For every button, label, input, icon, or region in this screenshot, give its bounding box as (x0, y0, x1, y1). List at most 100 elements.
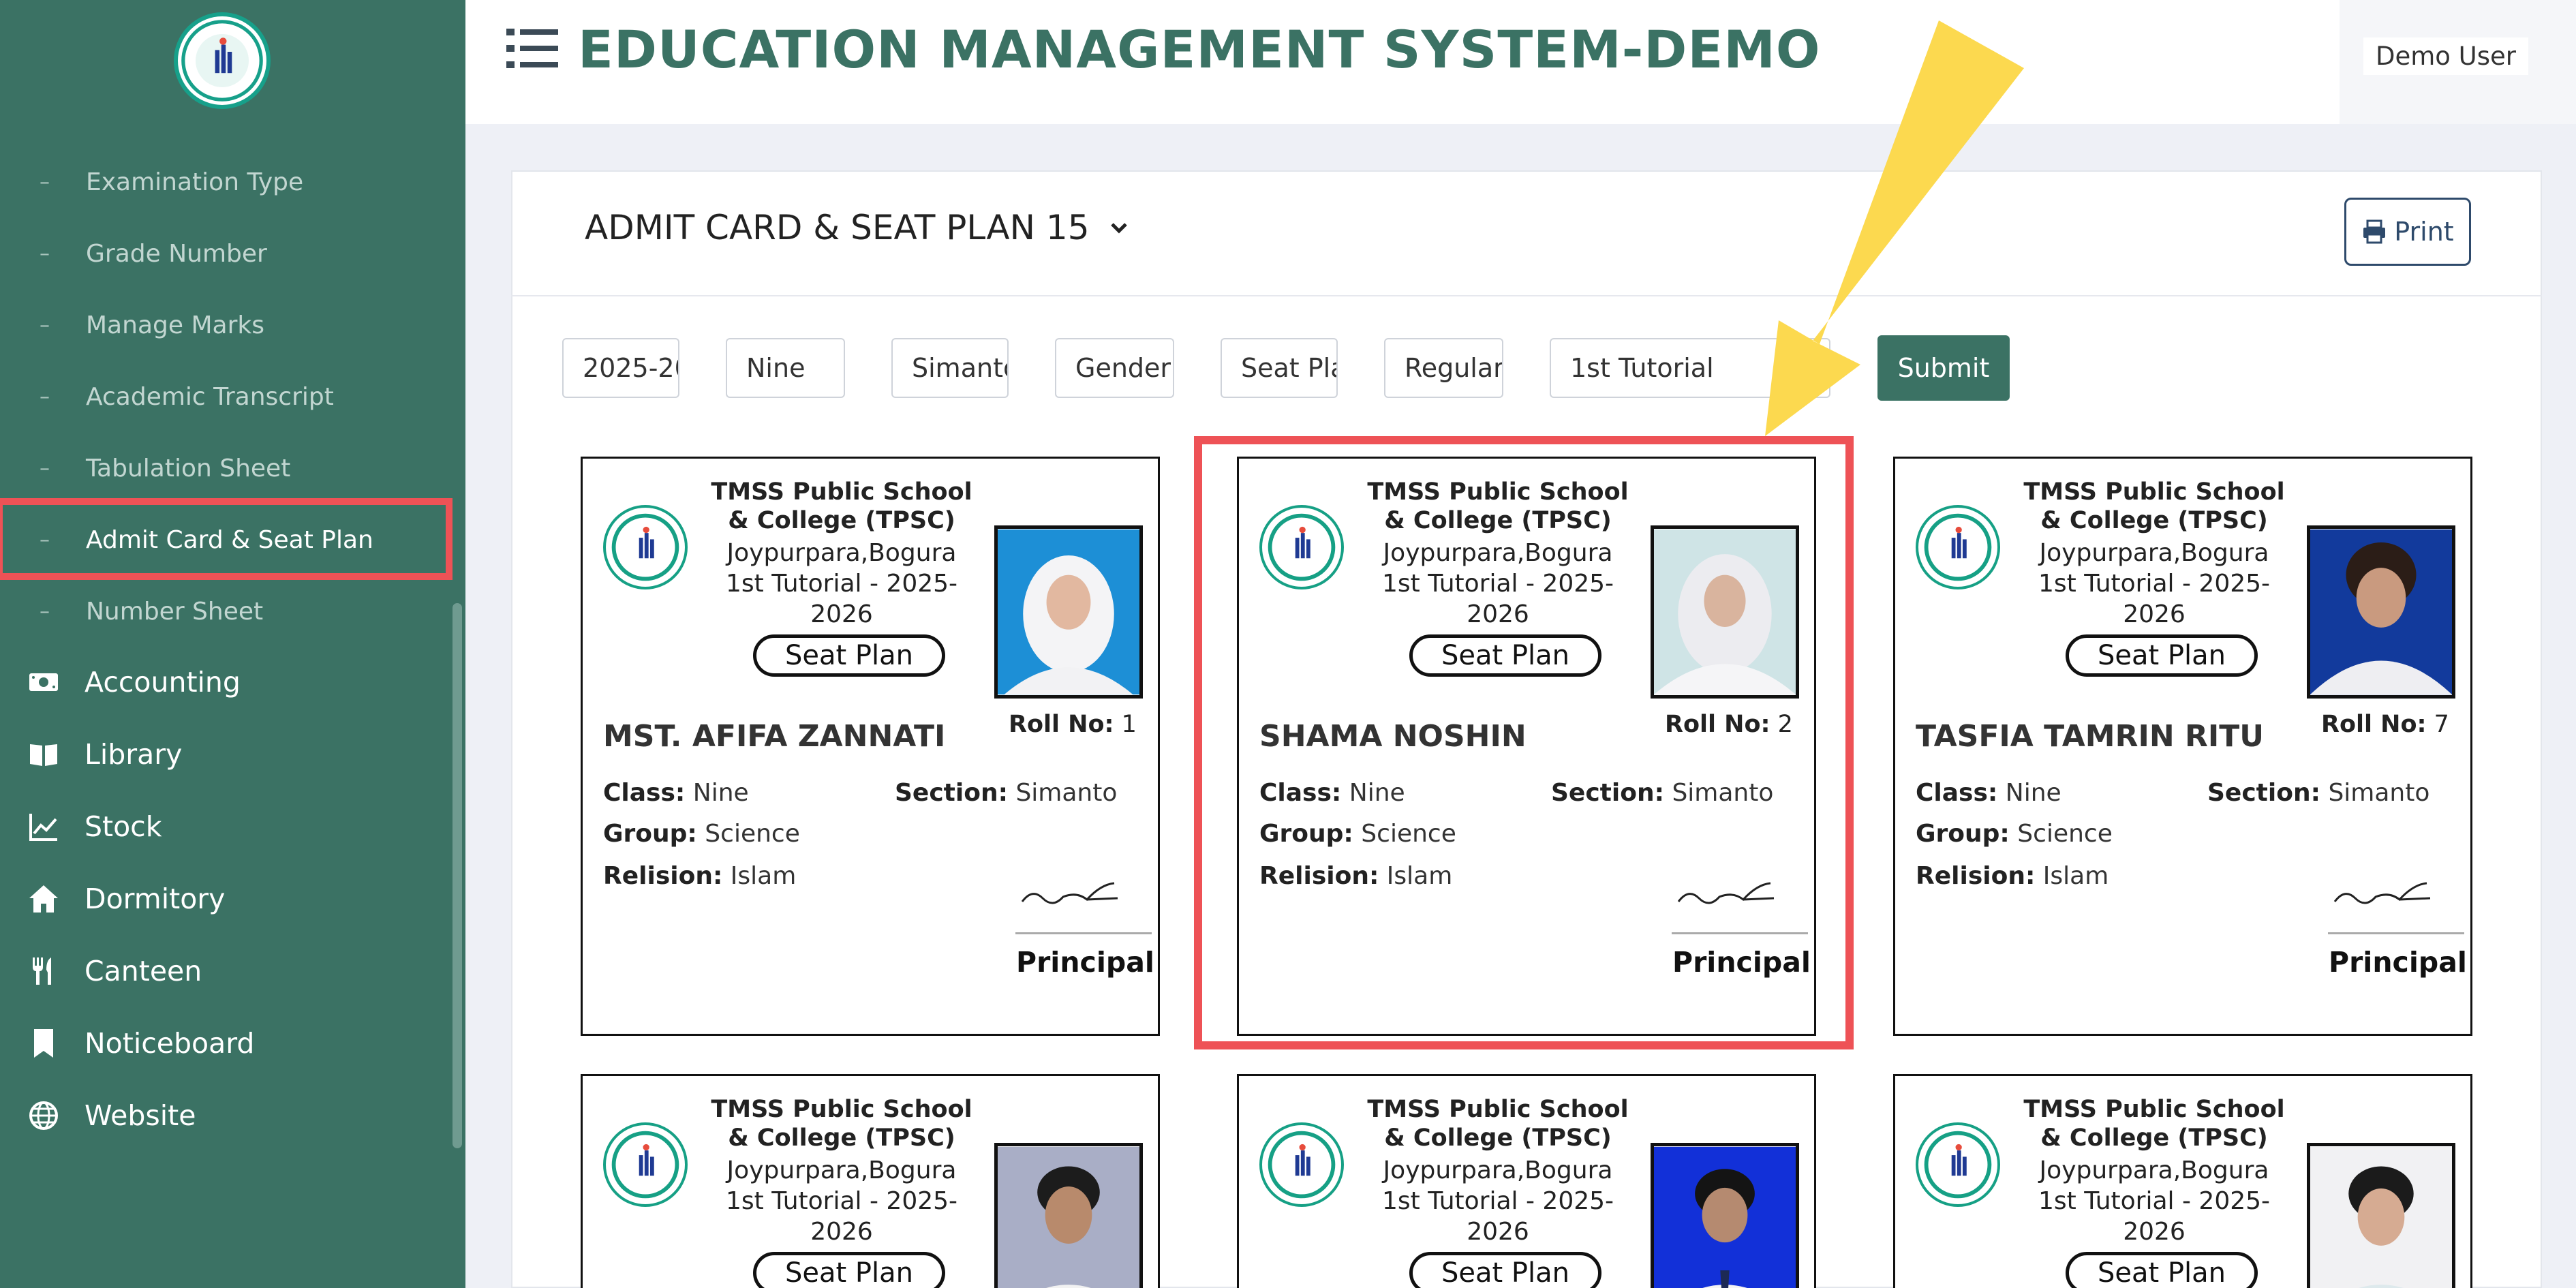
class-label: Class: (603, 779, 686, 807)
section-label: Section: (895, 779, 1008, 807)
sidebar-item-label: Tabulation Sheet (86, 454, 291, 482)
chart-line-icon (27, 810, 85, 843)
sidebar-item-examination-type[interactable]: – Examination Type (0, 147, 453, 217)
bullet-dash-icon: – (40, 170, 50, 194)
school-address-exam: Joypurpara,Bogura 1st Tutorial - 2025-20… (2011, 1155, 2297, 1247)
sidebar-item-accounting[interactable]: Accounting (0, 646, 453, 718)
religion-info: Relision: Islam (603, 862, 796, 890)
sidebar-item-label: Stock (85, 810, 162, 843)
religion-label: Relision: (1916, 862, 2036, 890)
app-title: EDUCATION MANAGEMENT SYSTEM-DEMO (578, 19, 1821, 80)
sidebar-item-label: Number Sheet (86, 597, 264, 626)
gender-select[interactable]: Gender (1055, 338, 1174, 398)
roll-value: 1 (1121, 711, 1137, 738)
section-label: Section: (2207, 779, 2320, 807)
active-item-highlight (0, 498, 453, 580)
exam-name: 1st Tutorial - 2025-2026 (1381, 1187, 1614, 1246)
religion-info: Relision: Islam (1916, 862, 2109, 890)
roll-number: Roll No: 7 (2321, 711, 2449, 738)
hamburger-menu-icon[interactable] (506, 26, 558, 71)
group-label: Group: (603, 820, 697, 848)
class-label: Class: (1916, 779, 1998, 807)
sidebar-item-manage-marks[interactable]: – Manage Marks (0, 290, 453, 361)
seat-plan-select[interactable]: Seat Plan (1221, 338, 1338, 398)
school-name: TMSS Public School & College (TPSC) (2023, 478, 2285, 534)
signature-line (1015, 932, 1152, 934)
school-address: Joypurpara,Bogura (2039, 539, 2269, 567)
school-logo-icon (603, 505, 688, 589)
print-button[interactable]: Print (2344, 198, 2471, 266)
globe-icon (27, 1099, 85, 1132)
student-photo (2307, 525, 2455, 699)
sidebar-item-label: Website (85, 1099, 196, 1132)
class-value: Nine (692, 779, 749, 807)
school-name: TMSS Public School & College (TPSC) (2023, 1096, 2285, 1152)
principal-signature-icon (2333, 882, 2431, 904)
print-label: Print (2394, 217, 2454, 247)
book-icon (27, 738, 85, 771)
sidebar: – Examination Type – Grade Number – Mana… (0, 0, 465, 1288)
sidebar-item-academic-transcript[interactable]: – Academic Transcript (0, 361, 453, 432)
section-info: Section: Simanto (2207, 779, 2429, 807)
school-logo-icon (603, 1122, 688, 1207)
sidebar-item-number-sheet[interactable]: – Number Sheet (0, 576, 453, 647)
student-name: MST. AFIFA ZANNATI (603, 719, 946, 754)
sidebar-item-canteen[interactable]: Canteen (0, 935, 453, 1007)
signature-line (2328, 932, 2464, 934)
sidebar-item-noticeboard[interactable]: Noticeboard (0, 1007, 453, 1079)
school-name: TMSS Public School & College (TPSC) (711, 478, 972, 534)
religion-value: Islam (2042, 862, 2109, 890)
school-address-exam: Joypurpara,Bogura 1st Tutorial - 2025-20… (1355, 1155, 1641, 1247)
sidebar-scrollbar[interactable] (453, 603, 462, 1148)
group-label: Group: (1916, 820, 2010, 848)
school-logo-icon (1916, 1122, 2000, 1207)
sidebar-item-tabulation-sheet[interactable]: – Tabulation Sheet (0, 433, 453, 504)
home-icon (27, 883, 85, 915)
group-value: Science (2017, 820, 2113, 848)
roll-number: Roll No: 1 (1009, 711, 1137, 738)
bullet-dash-icon: – (40, 241, 50, 266)
sidebar-item-label: Examination Type (86, 168, 304, 196)
money-icon (27, 666, 85, 699)
user-menu[interactable]: Demo User (2363, 37, 2528, 75)
admit-card: TMSS Public School & College (TPSC) Joyp… (581, 457, 1160, 1036)
utensils-icon (27, 955, 85, 987)
group-value: Science (705, 820, 800, 848)
roll-label: Roll No: (1009, 711, 1114, 738)
arrow-annotation-icon (1765, 20, 2024, 436)
sidebar-item-label: Dormitory (85, 883, 226, 915)
print-icon (2363, 219, 2386, 244)
student-photo (994, 1143, 1143, 1288)
school-address: Joypurpara,Bogura (726, 539, 957, 567)
sidebar-item-dormitory[interactable]: Dormitory (0, 863, 453, 935)
section-info: Section: Simanto (895, 779, 1117, 807)
sidebar-item-grade-number[interactable]: – Grade Number (0, 218, 453, 289)
admit-card: TMSS Public School & College (TPSC) Joyp… (1893, 457, 2472, 1036)
year-select[interactable]: 2025-2026 (562, 338, 679, 398)
group-info: Group: Science (1916, 820, 2113, 848)
religion-label: Relision: (603, 862, 723, 890)
school-address-exam: Joypurpara,Bogura 1st Tutorial - 2025-20… (699, 538, 985, 630)
admit-card: TMSS Public School & College (TPSC) Joyp… (1893, 1074, 2472, 1288)
exam-name: 1st Tutorial - 2025-2026 (725, 1187, 958, 1246)
panel-title-dropdown[interactable]: ADMIT CARD & SEAT PLAN 15 (585, 208, 1131, 247)
principal-signature-icon (1021, 882, 1118, 904)
section-value: Simanto (2328, 779, 2430, 807)
sidebar-item-website[interactable]: Website (0, 1079, 453, 1152)
sidebar-item-label: Canteen (85, 955, 202, 987)
chevron-down-icon (1110, 223, 1127, 234)
school-address: Joypurpara,Bogura (1383, 1156, 1613, 1184)
school-address: Joypurpara,Bogura (2039, 1156, 2269, 1184)
section-select[interactable]: Simanto (891, 338, 1009, 398)
student-type-select[interactable]: Regular (1384, 338, 1503, 398)
sidebar-item-library[interactable]: Library (0, 718, 453, 791)
sidebar-item-stock[interactable]: Stock (0, 791, 453, 863)
class-select[interactable]: Nine (726, 338, 845, 398)
bullet-dash-icon: – (40, 599, 50, 624)
group-info: Group: Science (603, 820, 800, 848)
seat-plan-badge: Seat Plan (753, 1252, 945, 1288)
seat-plan-badge: Seat Plan (1409, 1252, 1601, 1288)
exam-name: 1st Tutorial - 2025-2026 (2038, 570, 2271, 628)
exam-name: 1st Tutorial - 2025-2026 (2038, 1187, 2271, 1246)
school-logo[interactable] (174, 12, 271, 109)
